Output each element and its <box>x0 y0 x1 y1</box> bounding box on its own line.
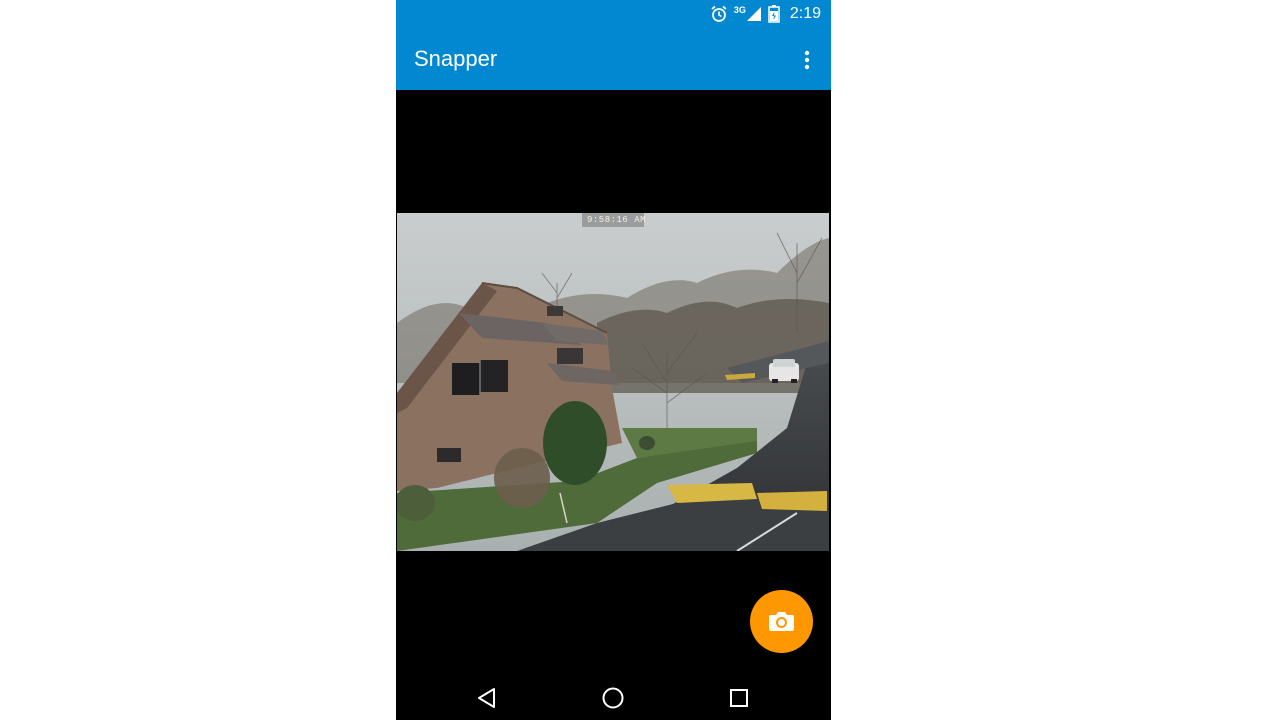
app-bar: Snapper <box>396 28 831 90</box>
system-nav-bar <box>396 676 831 720</box>
take-snapshot-button[interactable] <box>750 590 813 653</box>
status-time: 2:19 <box>789 5 821 22</box>
signal-icon <box>746 7 761 21</box>
snapshot-timestamp: 9:58:16 AM <box>587 215 647 225</box>
app-title: Snapper <box>414 46 498 71</box>
alarm-icon <box>711 5 727 22</box>
network-type-label: 3G <box>733 5 746 15</box>
more-vert-icon[interactable] <box>797 48 817 72</box>
status-bar: 3G 2:19 <box>396 0 831 28</box>
battery-icon <box>768 5 780 23</box>
status-icons: 3G 2:19 <box>710 4 821 24</box>
camera-icon <box>769 612 794 631</box>
recents-icon[interactable] <box>726 686 752 710</box>
home-icon[interactable] <box>600 686 626 710</box>
image-viewer: 9:58:16 AM <box>396 90 831 676</box>
phone-screen: 3G 2:19 Snapper 9:58:16 AM <box>396 0 831 720</box>
back-icon[interactable] <box>474 686 500 710</box>
camera-snapshot[interactable]: 9:58:16 AM <box>397 213 829 551</box>
